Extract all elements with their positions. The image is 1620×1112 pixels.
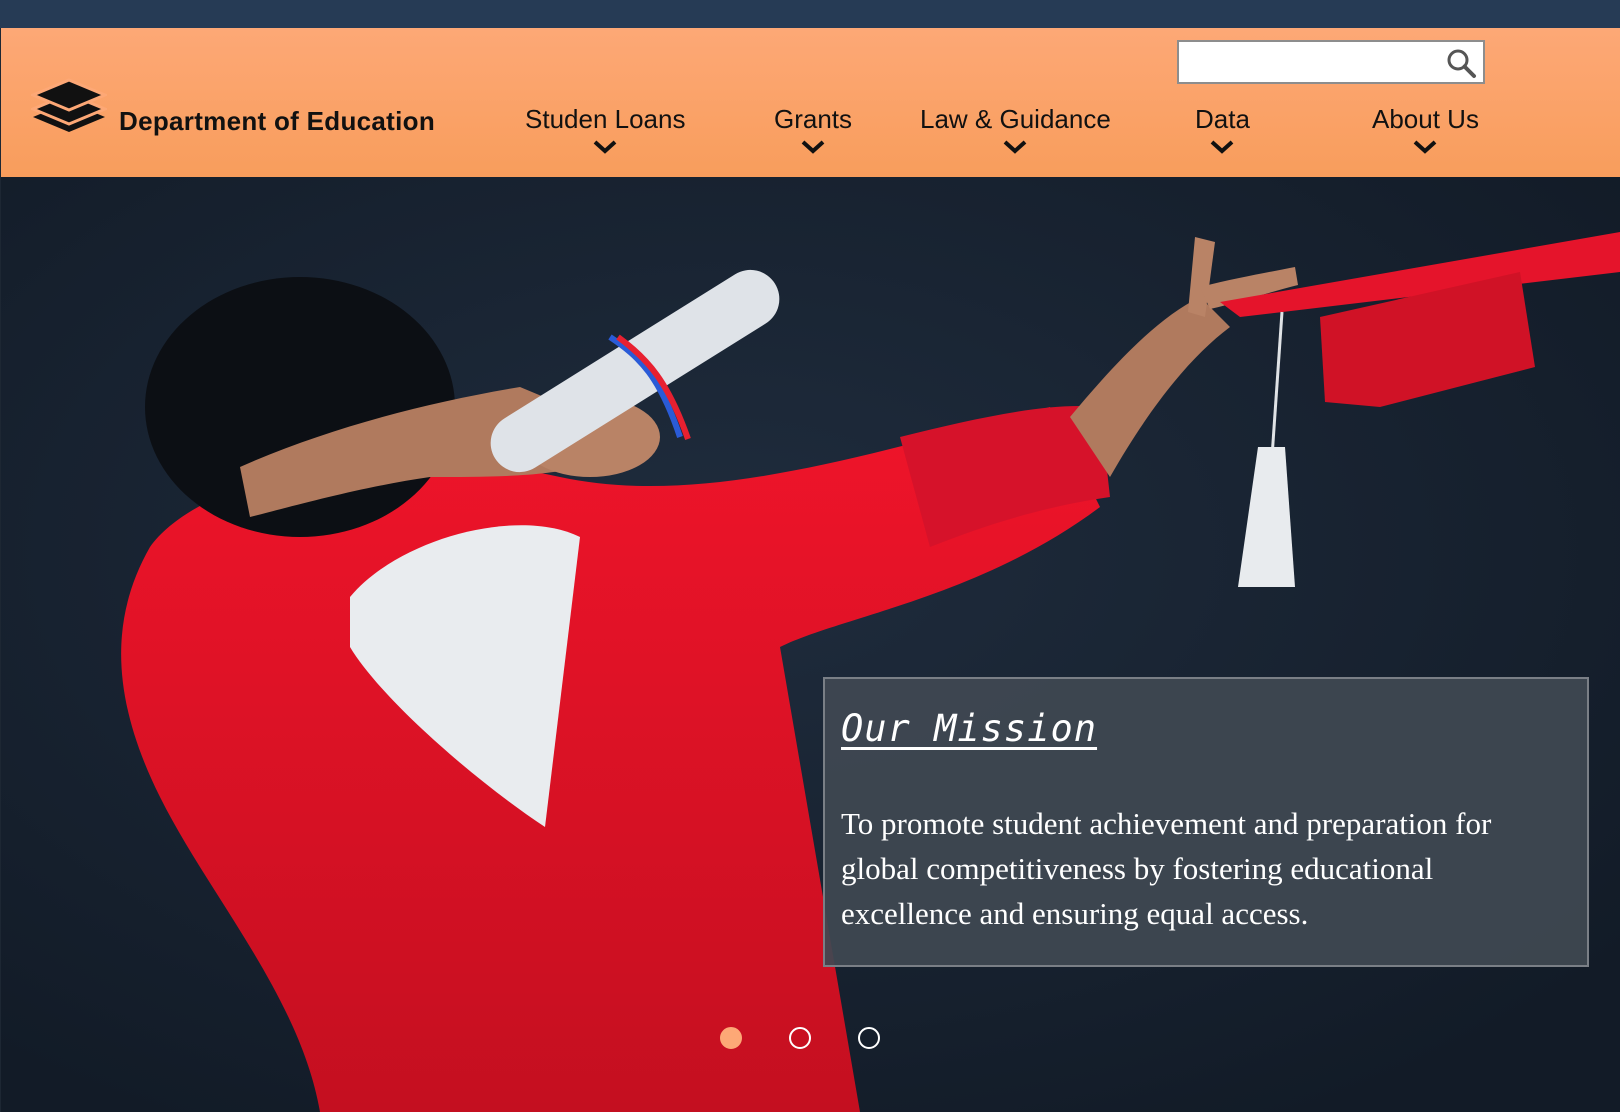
mission-text: To promote student achievement and prepa… xyxy=(841,806,1492,931)
nav-law-guidance[interactable]: Law & Guidance xyxy=(920,104,1111,155)
page: Department of Education Studen Loans Gra… xyxy=(0,0,1620,1112)
nav-data[interactable]: Data xyxy=(1195,104,1250,155)
chevron-down-icon xyxy=(593,140,617,154)
search-input[interactable] xyxy=(1185,46,1439,80)
site-header: Department of Education Studen Loans Gra… xyxy=(0,28,1620,177)
nav-about-us[interactable]: About Us xyxy=(1372,104,1479,155)
layers-stack-icon[interactable] xyxy=(31,78,107,138)
page-edge xyxy=(0,28,1,1112)
hero-banner: Our Mission To promote student achieveme… xyxy=(0,177,1620,1112)
nav-label: Law & Guidance xyxy=(920,104,1111,134)
nav-student-loans[interactable]: Studen Loans xyxy=(525,104,685,155)
nav-label: Data xyxy=(1195,104,1250,134)
carousel-dot-1[interactable] xyxy=(720,1027,742,1049)
nav-label: Grants xyxy=(774,104,853,134)
nav-label: Studen Loans xyxy=(525,104,686,134)
mission-title[interactable]: Our Mission xyxy=(841,707,1097,750)
chevron-down-icon xyxy=(1414,140,1437,154)
carousel-indicators xyxy=(720,1027,900,1057)
nav-label: About Us xyxy=(1372,104,1479,134)
search-box xyxy=(1177,40,1485,84)
chevron-down-icon xyxy=(1004,140,1027,154)
chevron-down-icon xyxy=(1211,140,1234,154)
carousel-dot-3[interactable] xyxy=(858,1027,880,1049)
hero-image xyxy=(0,177,1620,1112)
chevron-down-icon xyxy=(801,140,825,154)
search-icon[interactable] xyxy=(1445,47,1477,79)
nav-grants[interactable]: Grants xyxy=(774,104,852,155)
top-bar xyxy=(0,0,1620,28)
mission-panel: Our Mission To promote student achieveme… xyxy=(823,677,1589,967)
carousel-dot-2[interactable] xyxy=(789,1027,811,1049)
site-title[interactable]: Department of Education xyxy=(119,106,435,137)
